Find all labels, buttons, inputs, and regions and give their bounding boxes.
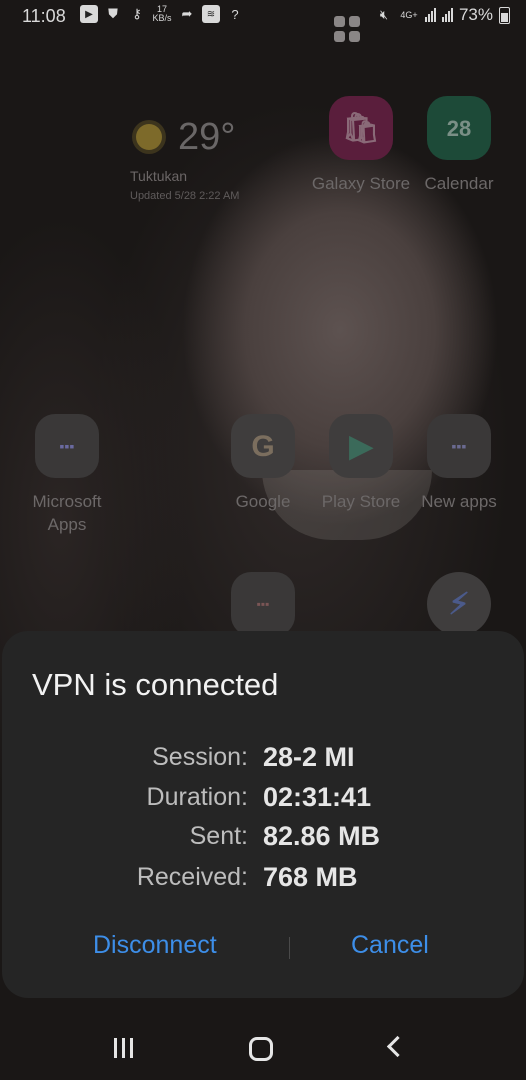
folder-icon: ▪▪▪	[231, 572, 295, 636]
stat-value: 02:31:41	[263, 782, 372, 812]
weather-location: Tuktukan	[130, 168, 188, 184]
disconnect-button[interactable]: Disconnect	[93, 931, 217, 960]
home-icon[interactable]	[249, 1037, 273, 1061]
app-label: Galaxy Store	[311, 174, 411, 193]
battery-icon	[499, 6, 510, 24]
stat-row-sent: Sent: 82.86 MB	[2, 816, 524, 856]
vpn-dialog: VPN is connected Session: 28-2 MI Durati…	[2, 631, 524, 998]
signal-icon	[424, 8, 436, 22]
shield-icon: ⛊	[108, 6, 118, 21]
app-label: New apps	[421, 492, 497, 511]
messenger-icon: ⚡︎	[427, 572, 491, 636]
app-new-apps[interactable]: ▪▪▪ New apps	[409, 414, 509, 513]
signal-question-icon: ?	[231, 6, 239, 22]
status-right-icons: 🔇︎ 4G+ 73%	[375, 5, 510, 25]
app-galaxy-store[interactable]: 🛍︎ Galaxy Store	[311, 96, 411, 195]
stat-row-duration: Duration: 02:31:41	[2, 777, 524, 817]
status-time: 11:08	[22, 6, 66, 26]
button-divider	[289, 937, 290, 959]
battery-percent: 73%	[458, 5, 493, 24]
stat-row-received: Received: 768 MB	[2, 857, 524, 897]
stat-row-session: Session: 28-2 MI	[2, 737, 524, 777]
stat-value: 82.86 MB	[263, 821, 381, 851]
vpn-key-icon: ⚷	[132, 6, 142, 21]
microsoft-folder-icon: ▪▪▪	[35, 414, 99, 478]
app-label: Play Store	[321, 492, 401, 511]
calendar-icon: 28	[427, 96, 491, 160]
network-speed: 17 KB/s	[152, 5, 172, 23]
status-bar: 11:08 ▶ ⛊ ⚷ 17 KB/s ➦ ≋ ? 🔇︎ 4G+ 73%	[0, 0, 526, 34]
forward-icon: ➦	[181, 6, 193, 21]
app-google[interactable]: G Google	[213, 414, 313, 513]
stat-label: Received:	[136, 863, 248, 891]
google-icon: G	[231, 414, 295, 478]
stat-label: Duration:	[146, 783, 248, 811]
apps-grid-icon[interactable]	[334, 16, 360, 42]
recent-apps-icon[interactable]	[114, 1038, 133, 1058]
app-microsoft-apps[interactable]: ▪▪▪ Microsoft Apps	[17, 414, 117, 536]
app-label: Microsoft Apps	[32, 492, 102, 534]
new-apps-folder-icon: ▪▪▪	[427, 414, 491, 478]
network-type: 4G+	[400, 9, 418, 20]
galaxy-store-icon: 🛍︎	[329, 96, 393, 160]
status-left-icons: ▶ ⛊ ⚷ 17 KB/s ➦ ≋ ?	[80, 5, 244, 23]
dialog-title: VPN is connected	[32, 667, 279, 702]
navigation-bar	[0, 1010, 526, 1080]
weather-updated: Updated 5/28 2:22 AM	[130, 190, 240, 202]
sun-icon	[136, 124, 162, 150]
play-store-icon: ▶	[329, 414, 393, 478]
mute-icon: 🔇︎	[379, 7, 389, 22]
app-label: Calendar	[424, 174, 494, 193]
app-calendar[interactable]: 28 Calendar	[409, 96, 509, 195]
back-icon[interactable]	[386, 1035, 409, 1058]
youtube-icon: ▶	[80, 5, 98, 23]
signal-icon-2	[441, 8, 453, 22]
weather-temperature: 29°	[178, 116, 236, 158]
stat-label: Sent:	[189, 822, 248, 850]
wifi-icon: ≋	[202, 5, 220, 23]
app-label: Google	[235, 492, 291, 511]
stat-label: Session:	[152, 743, 248, 771]
cancel-button[interactable]: Cancel	[351, 931, 429, 960]
stat-value: 28-2 MI	[263, 742, 355, 772]
app-play-store[interactable]: ▶ Play Store	[311, 414, 411, 513]
network-speed-unit: KB/s	[152, 13, 172, 23]
stat-value: 768 MB	[263, 862, 358, 892]
